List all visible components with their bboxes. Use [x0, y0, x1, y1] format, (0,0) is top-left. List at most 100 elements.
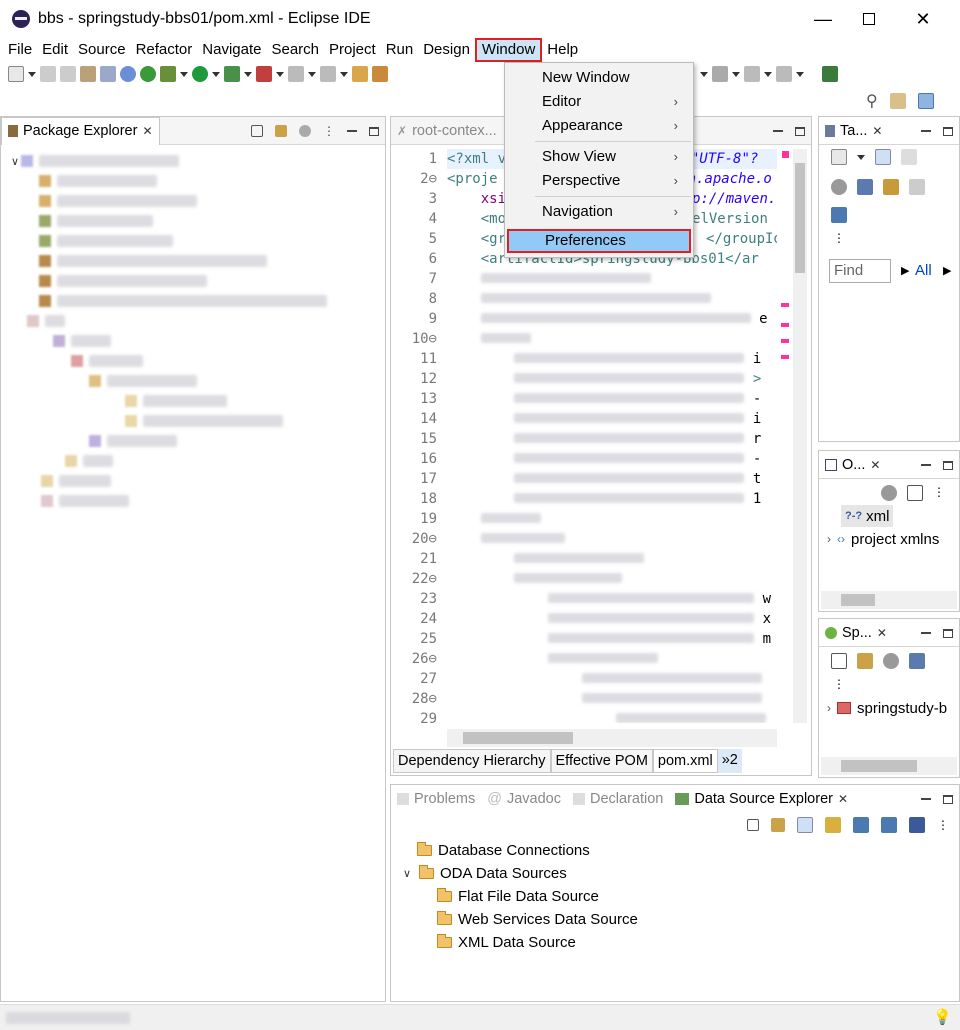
tree-row[interactable] [9, 271, 377, 291]
run-server-icon[interactable] [224, 66, 240, 82]
search-icon[interactable]: ⚲ [866, 91, 878, 111]
stop-icon[interactable] [288, 66, 304, 82]
scrollbar-thumb[interactable] [841, 760, 917, 772]
back-icon[interactable] [744, 66, 760, 82]
menu-file[interactable]: File [3, 38, 37, 62]
focus-icon[interactable] [857, 179, 873, 195]
categorized-icon[interactable] [875, 149, 891, 165]
print-icon[interactable] [80, 66, 96, 82]
new-connection-icon[interactable] [909, 817, 925, 833]
menu-run[interactable]: Run [381, 38, 419, 62]
chevron-down-icon[interactable] [244, 71, 252, 77]
tab-dependency-hierarchy[interactable]: Dependency Hierarchy [393, 749, 551, 773]
tree-row[interactable] [9, 451, 377, 471]
save-all-icon[interactable] [60, 66, 76, 82]
close-icon[interactable]: ✕ [838, 792, 848, 806]
collapse-all-icon[interactable] [831, 653, 847, 669]
tree-item-xml-data-source[interactable]: XML Data Source [401, 931, 638, 954]
minimize-icon[interactable] [921, 632, 931, 634]
minimize-button[interactable]: — [800, 0, 846, 38]
tree-item-web-services[interactable]: Web Services Data Source [401, 908, 638, 931]
tree-row[interactable] [9, 211, 377, 231]
editor-horizontal-scrollbar[interactable] [447, 729, 777, 747]
menu-item-show-view[interactable]: Show View › [506, 145, 692, 169]
forward-icon[interactable] [776, 66, 792, 82]
tree-item-flat-file[interactable]: Flat File Data Source [401, 885, 638, 908]
chevron-down-icon[interactable] [764, 71, 772, 77]
tree-row[interactable] [9, 331, 377, 351]
tree-row[interactable] [9, 471, 377, 491]
scrollbar-thumb[interactable] [795, 163, 805, 273]
tab-task-list[interactable]: Ta... ✕ [819, 117, 888, 145]
overview-marker[interactable] [781, 355, 789, 359]
more-tabs-button[interactable]: »2 [717, 749, 742, 773]
menu-item-navigation[interactable]: Navigation › [506, 200, 692, 224]
chevron-down-icon[interactable] [308, 71, 316, 77]
minimize-icon[interactable] [347, 130, 357, 132]
tree-item-oda-data-sources[interactable]: ∨ ODA Data Sources [401, 862, 638, 885]
menu-source[interactable]: Source [73, 38, 131, 62]
outline-item-project[interactable]: › ‹› project xmlns [827, 528, 939, 550]
collapse-icon[interactable] [883, 179, 899, 195]
refresh-icon[interactable] [140, 66, 156, 82]
tree-row[interactable] [9, 431, 377, 451]
spring-item-project[interactable]: › springstudy-b [827, 697, 947, 719]
chevron-down-icon[interactable] [857, 154, 865, 160]
tree-row[interactable] [9, 171, 377, 191]
filter-icon[interactable] [299, 125, 311, 137]
overview-marker[interactable] [781, 323, 789, 327]
java-perspective-icon[interactable] [917, 93, 934, 109]
lightbulb-icon[interactable]: 💡 [933, 1008, 952, 1026]
tab-declaration[interactable]: Declaration [567, 785, 669, 813]
minimize-icon[interactable] [921, 798, 931, 800]
tree-row[interactable] [9, 371, 377, 391]
tree-row[interactable] [9, 311, 377, 331]
maximize-icon[interactable] [943, 628, 953, 638]
connect-icon[interactable] [825, 817, 841, 833]
maximize-icon[interactable] [943, 126, 953, 136]
scheduled-icon[interactable] [901, 149, 917, 165]
new-package-icon[interactable] [372, 66, 388, 82]
open-perspective-icon[interactable] [889, 93, 906, 109]
tree-view-icon[interactable] [797, 817, 813, 833]
tab-pom-xml[interactable]: pom.xml [652, 749, 718, 773]
maximize-icon[interactable] [795, 126, 805, 136]
sync-icon[interactable] [831, 179, 847, 195]
export-icon[interactable] [881, 817, 897, 833]
menu-item-new-window[interactable]: New Window [506, 66, 692, 90]
outline-item-xml[interactable]: ?-? xml [841, 505, 894, 527]
editor-vertical-scrollbar[interactable] [793, 149, 807, 723]
chevron-down-icon[interactable] [340, 71, 348, 77]
run-icon[interactable] [192, 66, 208, 82]
chevron-down-icon[interactable] [700, 71, 708, 77]
tree-row[interactable] [9, 251, 377, 271]
tree-row[interactable] [9, 391, 377, 411]
tree-row[interactable]: ∨ [9, 151, 377, 171]
external-tools-icon[interactable] [320, 66, 336, 82]
tree-row[interactable] [9, 351, 377, 371]
spring-horizontal-scrollbar[interactable] [821, 757, 957, 775]
coverage-icon[interactable] [256, 66, 272, 82]
view-menu-icon[interactable]: ⋮ [833, 677, 845, 691]
collapse-all-icon[interactable] [747, 819, 759, 831]
overview-marker[interactable] [781, 339, 789, 343]
view-menu-icon[interactable]: ⋮ [323, 124, 335, 138]
close-button[interactable]: ✕ [900, 0, 946, 38]
link-with-editor-icon[interactable] [771, 818, 785, 832]
chevron-right-icon[interactable]: › [827, 701, 831, 715]
tab-outline[interactable]: O... ✕ [819, 451, 886, 479]
menu-window[interactable]: Window [474, 38, 543, 62]
menu-item-appearance[interactable]: Appearance › [506, 114, 692, 138]
close-icon[interactable]: ✕ [877, 626, 887, 640]
chevron-down-icon[interactable] [28, 71, 36, 77]
minimize-icon[interactable] [921, 130, 931, 132]
open-perspective-icon[interactable] [822, 66, 838, 82]
chevron-down-icon[interactable] [796, 71, 804, 77]
view-menu-icon[interactable]: ⋮ [933, 485, 945, 501]
menu-item-preferences[interactable]: Preferences [507, 229, 691, 253]
last-edit-icon[interactable] [712, 66, 728, 82]
tree-row[interactable] [9, 411, 377, 431]
debug-icon[interactable] [160, 66, 176, 82]
chevron-down-icon[interactable] [180, 71, 188, 77]
tab-javadoc[interactable]: @ Javadoc [481, 785, 567, 813]
